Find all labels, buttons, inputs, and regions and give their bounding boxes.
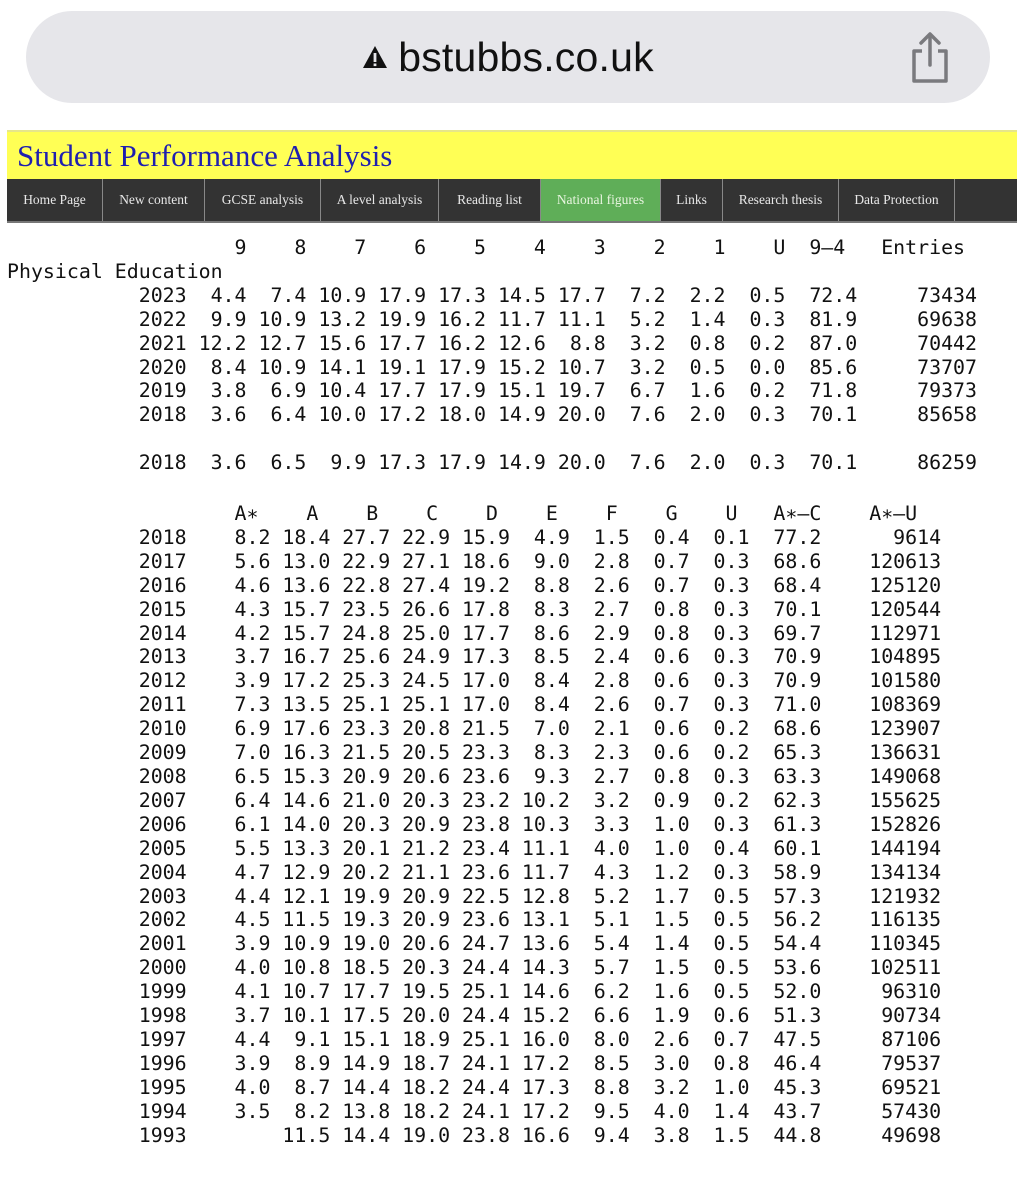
table-row: 2005 5.5 13.3 20.1 21.2 23.4 11.1 4.0 1.… bbox=[7, 836, 942, 860]
subject-label: Physical Education bbox=[7, 259, 223, 283]
gcse-results-table: 9 8 7 6 5 4 3 2 1 U 9–4 Entries Physical … bbox=[7, 236, 977, 475]
address-bar[interactable]: bstubbs.co.uk bbox=[26, 11, 990, 103]
table-row: 1994 3.5 8.2 13.8 18.2 24.1 17.2 9.5 4.0… bbox=[7, 1099, 942, 1123]
share-icon[interactable] bbox=[908, 31, 952, 85]
table-row: 2003 4.4 12.1 19.9 20.9 22.5 12.8 5.2 1.… bbox=[7, 884, 942, 908]
table-row: 2016 4.6 13.6 22.8 27.4 19.2 8.8 2.6 0.7… bbox=[7, 573, 942, 597]
table-row: 2009 7.0 16.3 21.5 20.5 23.3 8.3 2.3 0.6… bbox=[7, 741, 942, 765]
table-row: 2004 4.7 12.9 20.2 21.1 23.6 11.7 4.3 1.… bbox=[7, 860, 942, 884]
table-row: 2018 3.6 6.5 9.9 17.3 17.9 14.9 20.0 7.6… bbox=[7, 451, 977, 475]
table-row: 1993 11.5 14.4 19.0 23.8 16.6 9.4 3.8 1.… bbox=[7, 1123, 942, 1147]
table-header: A∗ A B C D E F G U A∗–C A∗–U bbox=[7, 502, 918, 525]
table-row: 2018 8.2 18.4 27.7 22.9 15.9 4.9 1.5 0.4… bbox=[7, 525, 942, 549]
table-row: 2014 4.2 15.7 24.8 25.0 17.7 8.6 2.9 0.8… bbox=[7, 621, 942, 645]
url-display[interactable]: bstubbs.co.uk bbox=[362, 34, 654, 81]
warning-icon bbox=[362, 44, 388, 70]
table-row: 2000 4.0 10.8 18.5 20.3 24.4 14.3 5.7 1.… bbox=[7, 956, 942, 980]
table-row: 1999 4.1 10.7 17.7 19.5 25.1 14.6 6.2 1.… bbox=[7, 980, 942, 1004]
table-row: 2010 6.9 17.6 23.3 20.8 21.5 7.0 2.1 0.6… bbox=[7, 717, 942, 741]
main-nav: Home Page New content GCSE analysis A level… bbox=[7, 179, 1017, 223]
table-row: 2017 5.6 13.0 22.9 27.1 18.6 9.0 2.8 0.7… bbox=[7, 549, 942, 573]
table-row: 2002 4.5 11.5 19.3 20.9 23.6 13.1 5.1 1.… bbox=[7, 908, 942, 932]
table-row: 2020 8.4 10.9 14.1 19.1 17.9 15.2 10.7 3… bbox=[7, 355, 977, 379]
table-row: 2001 3.9 10.9 19.0 20.6 24.7 13.6 5.4 1.… bbox=[7, 932, 942, 956]
nav-item-new-content[interactable]: New content bbox=[103, 179, 205, 221]
table-row: 2018 3.6 6.4 10.0 17.2 18.0 14.9 20.0 7.… bbox=[7, 403, 977, 427]
table-row: 2015 4.3 15.7 23.5 26.6 17.8 8.3 2.7 0.8… bbox=[7, 597, 942, 621]
site-header: Student Performance Analysis bbox=[7, 130, 1017, 180]
table-header: 9 8 7 6 5 4 3 2 1 U 9–4 Entries bbox=[7, 236, 966, 259]
nav-item-data-protection[interactable]: Data Protection bbox=[839, 179, 955, 221]
nav-item-a-level-analysis[interactable]: A level analysis bbox=[321, 179, 439, 221]
nav-item-national-figures[interactable]: National figures bbox=[541, 179, 661, 221]
table-row: 1996 3.9 8.9 14.9 18.7 24.1 17.2 8.5 3.0… bbox=[7, 1051, 942, 1075]
table-row: 2008 6.5 15.3 20.9 20.6 23.6 9.3 2.7 0.8… bbox=[7, 764, 942, 788]
table-row: 2011 7.3 13.5 25.1 25.1 17.0 8.4 2.6 0.7… bbox=[7, 693, 942, 717]
table-row: 1995 4.0 8.7 14.4 18.2 24.4 17.3 8.8 3.2… bbox=[7, 1075, 942, 1099]
table-row: 2006 6.1 14.0 20.3 20.9 23.8 10.3 3.3 1.… bbox=[7, 812, 942, 836]
table-row: 2007 6.4 14.6 21.0 20.3 23.2 10.2 3.2 0.… bbox=[7, 788, 942, 812]
nav-item-reading-list[interactable]: Reading list bbox=[439, 179, 541, 221]
table-row: 2013 3.7 16.7 25.6 24.9 17.3 8.5 2.4 0.6… bbox=[7, 645, 942, 669]
url-text: bstubbs.co.uk bbox=[398, 33, 654, 80]
table-row: 2021 12.2 12.7 15.6 17.7 16.2 12.6 8.8 3… bbox=[7, 331, 977, 355]
nav-item-research-thesis[interactable]: Research thesis bbox=[723, 179, 839, 221]
table-row: 2022 9.9 10.9 13.2 19.9 16.2 11.7 11.1 5… bbox=[7, 307, 977, 331]
nav-item-gcse-analysis[interactable]: GCSE analysis bbox=[205, 179, 321, 221]
table-row: 1997 4.4 9.1 15.1 18.9 25.1 16.0 8.0 2.6… bbox=[7, 1027, 942, 1051]
spacer-row bbox=[7, 427, 977, 451]
legacy-results-table: A∗ A B C D E F G U A∗–C A∗–U 2018 8.2 18… bbox=[7, 502, 941, 1147]
nav-item-home-page[interactable]: Home Page bbox=[7, 179, 103, 221]
table-row: 2019 3.8 6.9 10.4 17.7 17.9 15.1 19.7 6.… bbox=[7, 379, 977, 403]
table-row: 1998 3.7 10.1 17.5 20.0 24.4 15.2 6.6 1.… bbox=[7, 1004, 942, 1028]
table-row: 2012 3.9 17.2 25.3 24.5 17.0 8.4 2.8 0.6… bbox=[7, 669, 942, 693]
site-title: Student Performance Analysis bbox=[17, 138, 393, 173]
table-row: 2023 4.4 7.4 10.9 17.9 17.3 14.5 17.7 7.… bbox=[7, 283, 977, 307]
nav-item-links[interactable]: Links bbox=[661, 179, 723, 221]
